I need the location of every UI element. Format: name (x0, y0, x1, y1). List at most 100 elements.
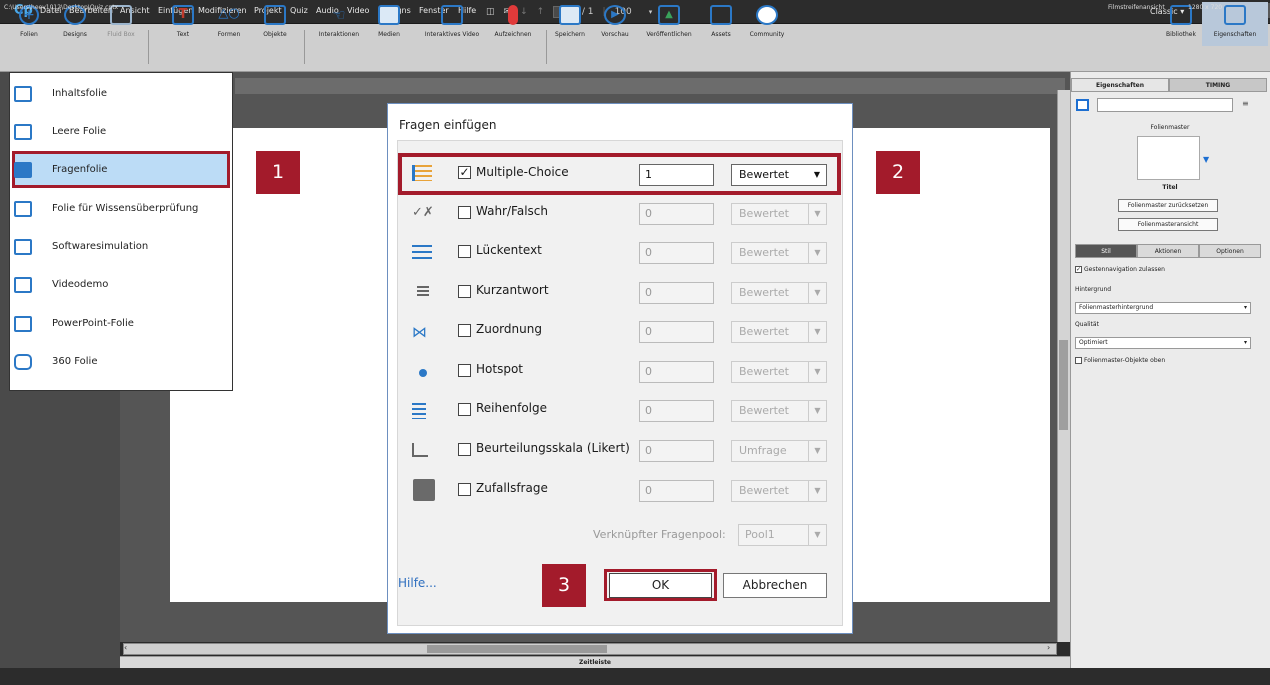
hintergrund-label: Hintergrund (1075, 286, 1112, 293)
likert-checkbox[interactable] (458, 443, 471, 456)
short-answer-type-select[interactable]: Bewertet ▼ (731, 282, 827, 304)
matching-type-select[interactable]: Bewertet ▼ (731, 321, 827, 343)
tab-stil[interactable]: Stil (1075, 244, 1137, 258)
image-icon (378, 5, 400, 25)
menu-item-inhaltsfolie[interactable]: Inhaltsfolie (9, 76, 233, 114)
master-objects-option[interactable]: Folienmaster-Objekte oben (1075, 357, 1165, 364)
objekte-button[interactable]: Objekte (246, 2, 304, 46)
callout-3: 3 (542, 564, 586, 607)
save-icon (559, 5, 581, 25)
help-link[interactable]: Hilfe... (398, 576, 437, 590)
fill-blank-icon (412, 245, 432, 261)
menu-item-wissensueberpruefung[interactable]: Folie für Wissensüberprüfung (9, 191, 233, 229)
filmstrip-view-label[interactable]: Filmstreifenansicht (1108, 4, 1165, 11)
microphone-icon (508, 5, 518, 25)
likert-icon (412, 443, 428, 457)
matching-icon: ⋈ (412, 323, 427, 341)
master-view-button[interactable]: Folienmasteransicht (1118, 218, 1218, 231)
menu-item-powerpoint-folie[interactable]: PowerPoint-Folie (9, 306, 233, 344)
question-slide-icon (14, 162, 32, 178)
menu-item-softwaresimulation[interactable]: Softwaresimulation (9, 229, 233, 267)
background-select[interactable]: Folienmasterhintergrund ▾ (1075, 302, 1251, 314)
menu-item-360-folie[interactable]: 360 Folie (9, 344, 233, 382)
medien-button[interactable]: Medien (360, 2, 418, 46)
gesture-nav-option[interactable]: ✓ Gestennavigation zulassen (1075, 266, 1165, 273)
sequence-count-input[interactable]: 0 (639, 400, 714, 422)
true-false-count-input[interactable]: 0 (639, 203, 714, 225)
master-objects-checkbox[interactable] (1075, 357, 1082, 364)
toolbar-divider (148, 30, 149, 64)
cancel-button[interactable]: Abbrechen (723, 573, 827, 598)
scroll-left-icon[interactable]: ‹ (124, 643, 127, 652)
fill-blank-count-input[interactable]: 0 (639, 242, 714, 264)
short-answer-checkbox[interactable] (458, 285, 471, 298)
question-pool-select[interactable]: Pool1 ▼ (738, 524, 827, 546)
fill-blank-type-select[interactable]: Bewertet ▼ (731, 242, 827, 264)
gesture-nav-checkbox[interactable]: ✓ (1075, 266, 1082, 273)
folienmaster-label: Folienmaster (1150, 124, 1190, 131)
chevron-down-icon: ▾ (1243, 339, 1247, 346)
chevron-down-icon: ▼ (808, 204, 826, 224)
master-thumbnail[interactable] (1137, 136, 1200, 180)
menu-item-leere-folie[interactable]: Leere Folie (9, 114, 233, 152)
true-false-label: Wahr/Falsch (476, 204, 548, 218)
text-icon: T (172, 5, 194, 25)
scroll-right-icon[interactable]: › (1047, 643, 1050, 652)
interaktives-video-button[interactable]: Interaktives Video (423, 2, 481, 46)
vertical-scroll-thumb[interactable] (1059, 340, 1068, 430)
likert-count-input[interactable]: 0 (639, 440, 714, 462)
chevron-down-icon: ▼ (808, 525, 826, 545)
veroeffentlichen-button[interactable]: ▲ Veröffentlichen (640, 2, 698, 46)
chevron-down-icon: ▼ (808, 243, 826, 263)
slide-color-swatch[interactable] (1076, 99, 1089, 111)
question-pool-label: Verknüpfter Fragenpool: (593, 528, 726, 541)
random-question-type-select[interactable]: Bewertet ▼ (731, 480, 827, 502)
likert-type-select[interactable]: Umfrage ▼ (731, 440, 827, 462)
tab-optionen[interactable]: Optionen (1199, 244, 1261, 258)
360-slide-icon (14, 354, 32, 370)
fill-blank-checkbox[interactable] (458, 245, 471, 258)
short-answer-label: Kurzantwort (476, 283, 549, 297)
vorschau-button[interactable]: ▶ Vorschau (586, 2, 644, 46)
publish-icon: ▲ (658, 5, 680, 25)
matching-checkbox[interactable] (458, 324, 471, 337)
timeline-bar[interactable]: Zeitleiste (120, 656, 1070, 668)
master-dropdown-icon[interactable]: ▼ (1203, 155, 1209, 164)
callout-2: 2 (876, 151, 920, 194)
tab-aktionen[interactable]: Aktionen (1137, 244, 1199, 258)
quality-select[interactable]: Optimiert ▾ (1075, 337, 1251, 349)
hotspot-type-select[interactable]: Bewertet ▼ (731, 361, 827, 383)
aufzeichnen-button[interactable]: Aufzeichnen (484, 2, 542, 46)
sequence-label: Reihenfolge (476, 401, 548, 415)
knowledge-check-icon (14, 201, 32, 217)
sequence-type-select[interactable]: Bewertet ▼ (731, 400, 827, 422)
hotspot-label: Hotspot (476, 362, 523, 376)
tab-eigenschaften[interactable]: Eigenschaften (1071, 78, 1169, 92)
random-question-count-input[interactable]: 0 (639, 480, 714, 502)
horizontal-scroll-thumb[interactable] (427, 645, 607, 653)
community-button[interactable]: Community (738, 2, 796, 46)
stage-ruler (235, 78, 1065, 94)
hotspot-checkbox[interactable] (458, 364, 471, 377)
master-title: Titel (1162, 184, 1178, 191)
hotspot-count-input[interactable]: 0 (639, 361, 714, 383)
hotspot-icon (419, 369, 427, 377)
matching-count-input[interactable]: 0 (639, 321, 714, 343)
slide-name-input[interactable] (1097, 98, 1233, 112)
tab-timing[interactable]: TIMING (1169, 78, 1267, 92)
project-size: 1280 x 720 (1188, 4, 1223, 11)
likert-label: Beurteilungsskala (Likert) (476, 441, 630, 455)
sequence-checkbox[interactable] (458, 403, 471, 416)
true-false-type-select[interactable]: Bewertet ▼ (731, 203, 827, 225)
reset-master-button[interactable]: Folienmaster zurücksetzen (1118, 199, 1218, 212)
menu-item-fragenfolie[interactable]: Fragenfolie (9, 152, 233, 190)
panel-menu-icon[interactable]: ≡ (1242, 99, 1249, 108)
chevron-down-icon: ▼ (808, 401, 826, 421)
hand-pointer-icon: ☜ (332, 6, 346, 24)
short-answer-count-input[interactable]: 0 (639, 282, 714, 304)
random-question-checkbox[interactable] (458, 483, 471, 496)
file-path: C:\Users\heev1012\Desktop\Quiz.cptx (4, 4, 119, 11)
menu-item-videodemo[interactable]: Videodemo (9, 267, 233, 305)
toolbar-divider (304, 30, 305, 64)
true-false-checkbox[interactable] (458, 206, 471, 219)
